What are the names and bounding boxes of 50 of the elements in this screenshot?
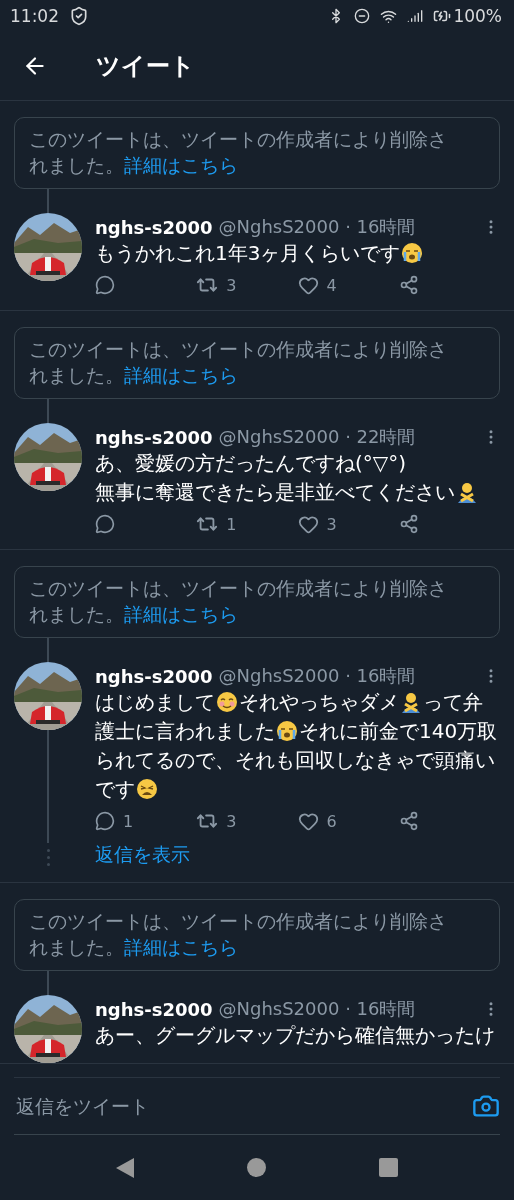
do-not-disturb-icon — [354, 8, 371, 24]
share-icon[interactable] — [398, 514, 419, 534]
battery-level: 100% — [453, 6, 502, 26]
details-link[interactable]: 詳細はこちら — [124, 155, 238, 176]
deleted-notice-text: このツイートは、ツイートの作成者により削除されました。詳細はこちら — [29, 578, 447, 625]
page-title: ツイート — [96, 51, 195, 82]
user-handle: @NghsS2000 · 16時間 — [218, 215, 416, 239]
smiling-emoji-icon — [216, 691, 238, 713]
weary-emoji-icon — [136, 778, 158, 800]
crossed-arms-emoji-icon — [456, 481, 478, 503]
retweet-count: 3 — [226, 811, 237, 831]
user-name[interactable]: nghs-s2000 — [95, 665, 213, 687]
crying-emoji-icon — [276, 720, 298, 742]
tweet-text: はじめまして それやっちゃダメ って弁護士に言われました それに前金で140万取られてるので、それも回収しなきゃで頭痛いです — [95, 689, 499, 803]
details-link[interactable]: 詳細はこちら — [124, 604, 238, 625]
retweet-count: 3 — [226, 275, 237, 295]
like-count: 4 — [326, 275, 337, 295]
tweet-text: あ、愛媛の方だったんですね(°▽°) 無事に奪還できたら是非並べてください — [95, 449, 500, 507]
tweet-text: もうかれこれ1年3ヶ月くらいです — [95, 239, 500, 268]
tweet-text: あー、グーグルマップだから確信無かったけ — [95, 1022, 496, 1049]
like-count: 6 — [326, 811, 337, 831]
recents-nav-icon[interactable] — [378, 1158, 398, 1177]
user-handle: @NghsS2000 · 16時間 — [218, 997, 416, 1021]
crossed-arms-emoji-icon — [400, 691, 422, 713]
deleted-notice-text: このツイートは、ツイートの作成者により削除されました。詳細はこちら — [29, 339, 447, 386]
user-handle: @NghsS2000 · 22時間 — [218, 425, 416, 449]
deleted-notice-text: このツイートは、ツイートの作成者により削除されました。詳細はこちら — [29, 911, 447, 958]
signal-icon — [407, 8, 424, 24]
reply-count: 1 — [123, 811, 134, 831]
user-name[interactable]: nghs-s2000 — [95, 216, 213, 238]
reply-icon[interactable] — [95, 811, 115, 831]
share-icon[interactable] — [398, 811, 419, 831]
details-link[interactable]: 詳細はこちら — [124, 937, 238, 958]
details-link[interactable]: 詳細はこちら — [124, 365, 238, 386]
crying-emoji-icon — [401, 242, 424, 264]
deleted-notice-text: このツイートは、ツイートの作成者により削除されました。詳細はこちら — [29, 129, 447, 176]
back-nav-icon[interactable] — [116, 1157, 135, 1178]
user-name[interactable]: nghs-s2000 — [95, 426, 213, 448]
like-count: 3 — [326, 514, 337, 534]
clock: 11:02 — [10, 6, 59, 26]
retweet-count: 1 — [226, 514, 237, 534]
user-handle: @NghsS2000 · 16時間 — [218, 664, 416, 688]
home-nav-icon[interactable] — [247, 1158, 266, 1177]
reply-input-field[interactable]: 返信をツイート — [14, 1094, 472, 1118]
reply-icon[interactable] — [95, 275, 115, 295]
reply-icon[interactable] — [95, 514, 115, 534]
user-name[interactable]: nghs-s2000 — [95, 998, 213, 1020]
share-icon[interactable] — [398, 275, 419, 295]
shield-check-icon — [69, 6, 89, 26]
show-replies-link[interactable]: 返信を表示 — [95, 842, 190, 868]
